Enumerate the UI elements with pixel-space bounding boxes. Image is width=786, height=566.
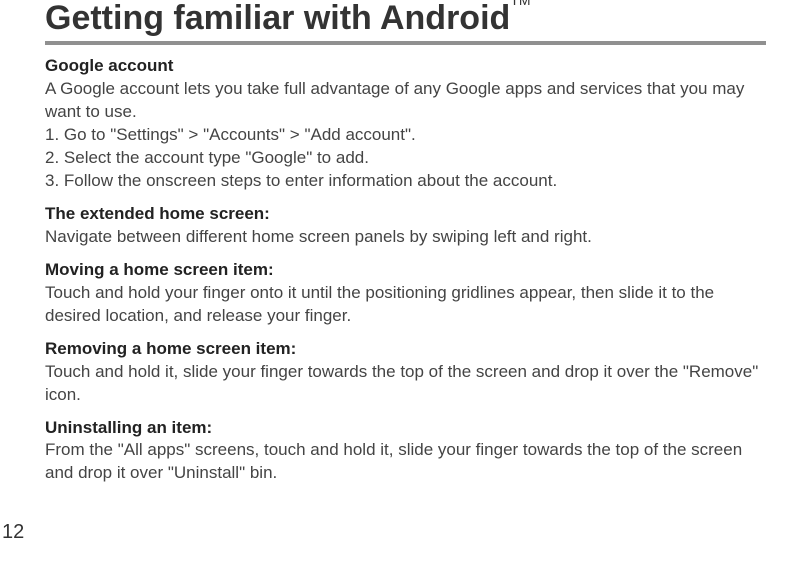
page-title: Getting familiar with AndroidTM — [45, 0, 766, 37]
page-number: 12 — [2, 521, 24, 544]
subhead-uninstalling-item: Uninstalling an item: — [45, 417, 766, 440]
title-text: Getting familiar with Android — [45, 0, 510, 37]
section-extended-home: The extended home screen: Navigate betwe… — [45, 203, 766, 249]
body-google-account: A Google account lets you take full adva… — [45, 78, 766, 124]
subhead-moving-item: Moving a home screen item: — [45, 259, 766, 282]
section-google-account: Google account A Google account lets you… — [45, 55, 766, 193]
step-1: 1. Go to "Settings" > "Accounts" > "Add … — [45, 124, 766, 147]
section-moving-item: Moving a home screen item: Touch and hol… — [45, 259, 766, 328]
subhead-google-account: Google account — [45, 55, 766, 78]
section-removing-item: Removing a home screen item: Touch and h… — [45, 338, 766, 407]
step-2: 2. Select the account type "Google" to a… — [45, 147, 766, 170]
step-3: 3. Follow the onscreen steps to enter in… — [45, 170, 766, 193]
body-extended-home: Navigate between different home screen p… — [45, 226, 766, 249]
body-uninstalling-item: From the "All apps" screens, touch and h… — [45, 439, 766, 485]
trademark-symbol: TM — [510, 0, 530, 8]
body-removing-item: Touch and hold it, slide your finger tow… — [45, 361, 766, 407]
title-divider — [45, 41, 766, 45]
section-uninstalling-item: Uninstalling an item: From the "All apps… — [45, 417, 766, 486]
subhead-removing-item: Removing a home screen item: — [45, 338, 766, 361]
subhead-extended-home: The extended home screen: — [45, 203, 766, 226]
body-moving-item: Touch and hold your finger onto it until… — [45, 282, 766, 328]
